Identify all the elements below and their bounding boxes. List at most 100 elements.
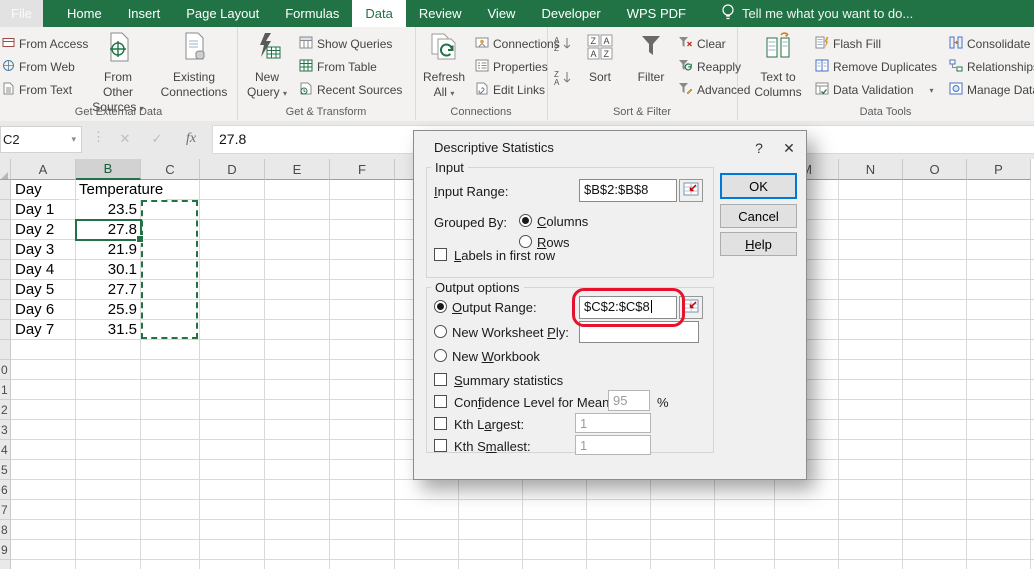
enter-entry-button[interactable]: ✓ bbox=[144, 126, 170, 151]
col-header-F[interactable]: F bbox=[330, 159, 395, 180]
filter-button[interactable]: Filter bbox=[627, 29, 675, 115]
col-header-P[interactable]: P bbox=[967, 159, 1031, 180]
kth-smallest-checkbox[interactable] bbox=[434, 439, 447, 452]
new-worksheet-ply-radio[interactable] bbox=[434, 325, 447, 338]
text-to-columns-button[interactable]: Text to Columns bbox=[749, 29, 807, 115]
col-header-C[interactable]: C bbox=[141, 159, 200, 180]
data-validation-button[interactable]: Data Validation ▾ bbox=[815, 80, 934, 100]
cell-B6[interactable]: 27.7 bbox=[76, 280, 141, 300]
cell-A1[interactable]: Day bbox=[12, 180, 77, 200]
row-header-partial-14[interactable]: 4 bbox=[1, 440, 10, 460]
row-header-partial-13[interactable]: 3 bbox=[1, 420, 10, 440]
row-header-partial-12[interactable]: 2 bbox=[1, 400, 10, 420]
refresh-all-button[interactable]: Refresh All ▾ bbox=[417, 29, 471, 115]
remove-duplicates-button[interactable]: Remove Duplicates bbox=[815, 57, 937, 77]
confidence-level-field[interactable]: 95 bbox=[608, 390, 650, 411]
recent-sources-button[interactable]: Recent Sources bbox=[299, 80, 402, 100]
sort-descending-button[interactable]: ZA bbox=[553, 69, 573, 89]
tell-me-box[interactable]: Tell me what you want to do... bbox=[721, 0, 913, 27]
new-worksheet-ply-label[interactable]: New Worksheet Ply: bbox=[452, 325, 569, 341]
tab-wps-pdf[interactable]: WPS PDF bbox=[614, 0, 699, 27]
col-header-O[interactable]: O bbox=[903, 159, 967, 180]
select-all-corner[interactable] bbox=[0, 159, 11, 180]
row-header-partial-16[interactable]: 6 bbox=[1, 480, 10, 500]
input-range-picker-button[interactable] bbox=[679, 179, 703, 202]
reapply-button[interactable]: Reapply bbox=[678, 57, 741, 77]
input-range-field[interactable]: $B$2:$B$8 bbox=[579, 179, 677, 202]
row-header-partial-18[interactable]: 8 bbox=[1, 520, 10, 540]
row-header-partial-10[interactable]: 0 bbox=[1, 360, 10, 380]
cell-A8[interactable]: Day 7 bbox=[12, 320, 77, 340]
name-box[interactable]: C2 ▾ bbox=[0, 126, 82, 153]
summary-statistics-label[interactable]: Summary statistics bbox=[454, 373, 563, 389]
new-query-button[interactable]: New Query ▾ bbox=[241, 29, 293, 115]
cell-A3[interactable]: Day 2 bbox=[12, 220, 77, 240]
col-header-N[interactable]: N bbox=[839, 159, 903, 180]
sort-ascending-button[interactable]: AZ bbox=[553, 35, 573, 55]
relationships-button[interactable]: Relationships bbox=[949, 57, 1034, 77]
from-web-button[interactable]: From Web bbox=[2, 57, 75, 77]
cell-A5[interactable]: Day 4 bbox=[12, 260, 77, 280]
col-header-B[interactable]: B bbox=[76, 159, 141, 180]
name-box-dropdown-icon[interactable]: ▾ bbox=[71, 127, 76, 152]
formula-bar-splitter[interactable]: ⋮ bbox=[92, 129, 105, 145]
tab-review[interactable]: Review bbox=[406, 0, 475, 27]
sort-button[interactable]: ZAAZ Sort bbox=[577, 29, 623, 115]
output-range-picker-button[interactable] bbox=[679, 296, 703, 319]
summary-statistics-checkbox[interactable] bbox=[434, 373, 447, 386]
cancel-entry-button[interactable]: ✕ bbox=[112, 126, 138, 151]
tab-formulas[interactable]: Formulas bbox=[272, 0, 352, 27]
dialog-close-icon[interactable]: ✕ bbox=[775, 135, 803, 161]
fill-handle[interactable] bbox=[136, 235, 144, 243]
rows-radio[interactable] bbox=[519, 235, 532, 248]
flash-fill-button[interactable]: Flash Fill bbox=[815, 34, 881, 54]
help-button[interactable]: Help bbox=[720, 232, 797, 256]
cell-B4[interactable]: 21.9 bbox=[76, 240, 141, 260]
clear-button[interactable]: Clear bbox=[678, 34, 726, 54]
col-header-A[interactable]: A bbox=[11, 159, 76, 180]
cancel-button[interactable]: Cancel bbox=[720, 204, 797, 228]
row-header-partial-19[interactable]: 9 bbox=[1, 540, 10, 560]
show-queries-button[interactable]: Show Queries bbox=[299, 34, 392, 54]
labels-first-row-checkbox[interactable] bbox=[434, 248, 447, 261]
manage-data-model-button[interactable]: Manage Data Model bbox=[949, 80, 1034, 100]
kth-largest-checkbox[interactable] bbox=[434, 417, 447, 430]
output-range-radio[interactable] bbox=[434, 300, 447, 313]
new-worksheet-ply-field[interactable] bbox=[579, 321, 699, 343]
kth-largest-label[interactable]: Kth Largest: bbox=[454, 417, 524, 433]
from-text-button[interactable]: From Text bbox=[2, 80, 72, 100]
dialog-help-icon[interactable]: ? bbox=[745, 135, 773, 161]
tab-view[interactable]: View bbox=[475, 0, 529, 27]
from-table-button[interactable]: From Table bbox=[299, 57, 377, 77]
consolidate-button[interactable]: Consolidate bbox=[949, 34, 1030, 54]
row-header-partial-15[interactable]: 5 bbox=[1, 460, 10, 480]
kth-largest-field[interactable]: 1 bbox=[575, 413, 651, 433]
confidence-level-checkbox[interactable] bbox=[434, 395, 447, 408]
cell-B5[interactable]: 30.1 bbox=[76, 260, 141, 280]
ok-button[interactable]: OK bbox=[720, 173, 797, 199]
kth-smallest-field[interactable]: 1 bbox=[575, 435, 651, 455]
from-other-sources-button[interactable]: From Other Sources ▾ bbox=[88, 29, 148, 115]
properties-button[interactable]: Properties bbox=[475, 57, 548, 77]
cell-B8[interactable]: 31.5 bbox=[76, 320, 141, 340]
col-header-E[interactable]: E bbox=[265, 159, 330, 180]
tab-page-layout[interactable]: Page Layout bbox=[173, 0, 272, 27]
confidence-level-label[interactable]: Confidence Level for Mean: bbox=[454, 395, 613, 411]
cell-B2[interactable]: 23.5 bbox=[76, 200, 141, 220]
row-header-partial-17[interactable]: 7 bbox=[1, 500, 10, 520]
tab-data[interactable]: Data bbox=[352, 0, 406, 27]
tab-home[interactable]: Home bbox=[54, 0, 115, 27]
cell-B1[interactable]: Temperature bbox=[79, 180, 167, 200]
labels-first-row-label[interactable]: Labels in first row bbox=[454, 248, 555, 264]
tab-insert[interactable]: Insert bbox=[115, 0, 174, 27]
cell-A7[interactable]: Day 6 bbox=[12, 300, 77, 320]
cell-A6[interactable]: Day 5 bbox=[12, 280, 77, 300]
cell-A2[interactable]: Day 1 bbox=[12, 200, 77, 220]
edit-links-button[interactable]: Edit Links bbox=[475, 80, 545, 100]
existing-connections-button[interactable]: Existing Connections bbox=[156, 29, 232, 115]
insert-function-button[interactable]: fx bbox=[178, 126, 204, 151]
new-workbook-radio[interactable] bbox=[434, 349, 447, 362]
tab-developer[interactable]: Developer bbox=[528, 0, 613, 27]
tab-file[interactable]: File bbox=[0, 0, 43, 27]
new-workbook-label[interactable]: New Workbook bbox=[452, 349, 540, 365]
